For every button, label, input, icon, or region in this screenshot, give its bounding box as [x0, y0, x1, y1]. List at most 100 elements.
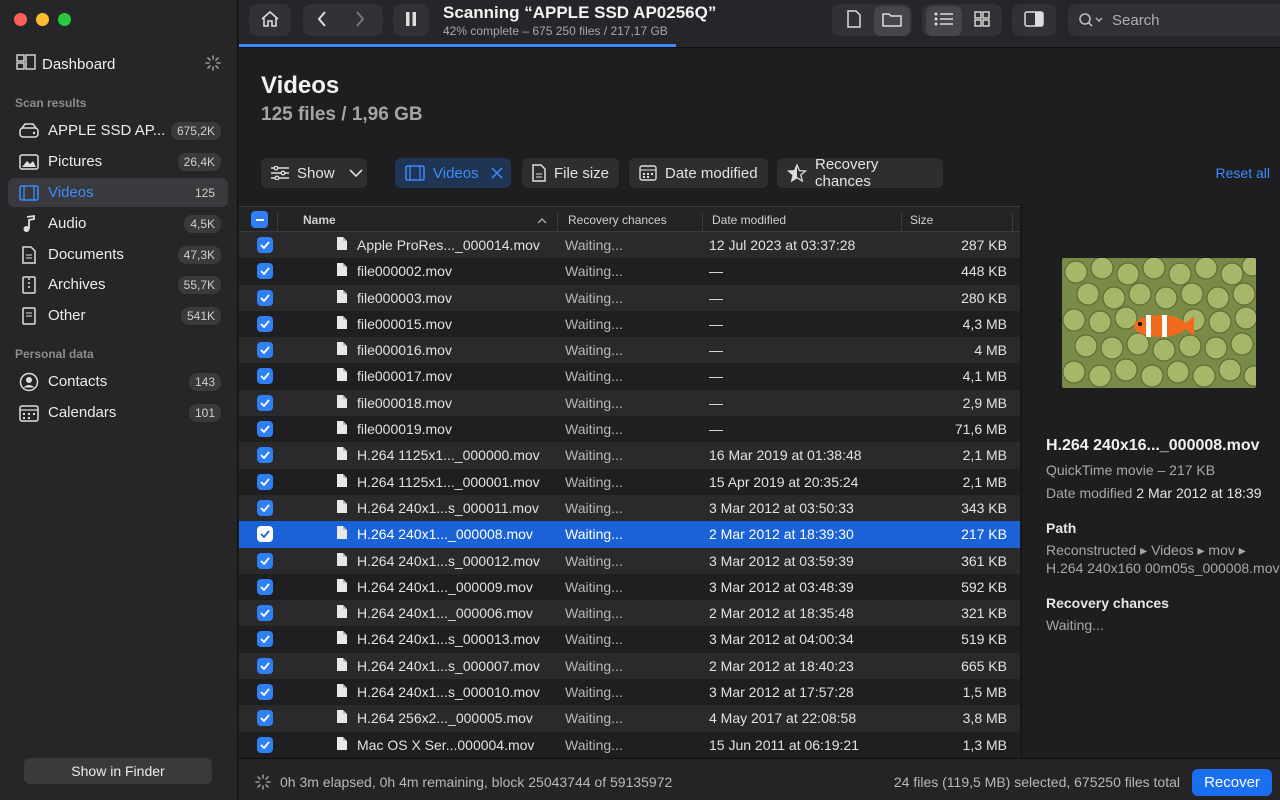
row-checkbox[interactable] [257, 552, 273, 569]
table-row[interactable]: H.264 240x1...s_000007.mov Waiting... 2 Ma… [239, 652, 1020, 680]
row-checkbox[interactable] [257, 315, 273, 332]
sidebar-item-disk[interactable]: APPLE SSD AP... 675,2K [8, 116, 228, 145]
sidebar-item-calendars[interactable]: Calendars 101 [8, 398, 228, 427]
row-checkbox[interactable] [257, 578, 273, 595]
reset-all-link[interactable]: Reset all [1216, 165, 1270, 181]
file-size-filter-button[interactable]: File size [522, 158, 619, 188]
row-checkbox[interactable] [257, 657, 273, 674]
date-modified-filter-button[interactable]: Date modified [629, 158, 768, 188]
row-checkbox[interactable] [257, 605, 273, 622]
table-row[interactable]: H.264 240x1...s_000011.mov Waiting... 3 Ma… [239, 494, 1020, 522]
sidebar-item-other[interactable]: Other 541K [8, 301, 228, 330]
sidebar-item-label: Pictures [48, 153, 103, 170]
column-divider [277, 213, 278, 231]
recover-button[interactable]: Recover [1192, 769, 1272, 796]
row-checkbox[interactable] [257, 631, 273, 648]
table-row[interactable]: H.264 240x1..._000009.mov Waiting... 3 Mar… [239, 573, 1020, 601]
grid-view-button[interactable] [964, 6, 1000, 36]
show-in-finder-button[interactable]: Show in Finder [24, 758, 212, 784]
forward-button[interactable] [342, 6, 378, 36]
file-size-label: File size [554, 164, 610, 182]
back-button[interactable] [304, 6, 340, 36]
checkmark-icon [257, 394, 273, 411]
count-badge: 47,3K [177, 245, 221, 264]
close-window-button[interactable] [14, 13, 27, 26]
sidebar-item-pictures[interactable]: Pictures 26,4K [8, 147, 228, 176]
sidebar-item-documents[interactable]: Documents 47,3K [8, 240, 228, 269]
recovery-chances-filter-button[interactable]: Recovery chances [777, 156, 943, 190]
toggle-preview-button[interactable] [1016, 6, 1052, 36]
table-row[interactable]: file000018.mov Waiting... — 2,9 MB [239, 389, 1020, 417]
table-row[interactable]: file000016.mov Waiting... — 4 MB [239, 337, 1020, 364]
checkmark-icon [257, 605, 273, 622]
row-checkbox[interactable] [257, 289, 273, 306]
date-modified: 2 Mar 2012 at 18:40:23 [709, 657, 854, 674]
file-view-button[interactable] [836, 6, 872, 36]
file-name: file000019.mov [357, 421, 452, 438]
videos-filter-chip[interactable]: Videos [395, 158, 511, 188]
list-view-button[interactable] [926, 6, 962, 36]
row-checkbox[interactable] [257, 447, 273, 464]
video-thumbnail[interactable] [1062, 258, 1256, 388]
table-row[interactable]: Mac OS X Ser...000004.mov Waiting... 15 Ju… [239, 731, 1020, 758]
date-modified: — [709, 342, 723, 359]
file-icon [336, 578, 348, 596]
table-row[interactable]: file000019.mov Waiting... — 71,6 MB [239, 416, 1020, 443]
file-name: H.264 240x1...s_000013.mov [357, 631, 540, 648]
table-row[interactable]: H.264 240x1..._000006.mov Waiting... 2 Mar… [239, 600, 1020, 627]
table-row[interactable]: H.264 240x1...s_000013.mov Waiting... 3 Ma… [239, 626, 1020, 653]
scan-status: 0h 3m elapsed, 0h 4m remaining, block 25… [255, 774, 672, 790]
row-checkbox[interactable] [257, 684, 273, 701]
table-row[interactable]: H.264 256x2..._000005.mov Waiting... 4 May… [239, 705, 1020, 732]
table-row[interactable]: file000002.mov Waiting... — 448 KB [239, 258, 1020, 285]
table-row[interactable]: file000017.mov Waiting... — 4,1 MB [239, 363, 1020, 390]
table-row[interactable]: H.264 1125x1..._000000.mov Waiting... 16 M… [239, 442, 1020, 469]
pause-scan-button[interactable] [393, 6, 429, 36]
sidebar-item-audio[interactable]: Audio 4,5K [8, 209, 228, 238]
sort-ascending-icon[interactable] [537, 213, 547, 227]
recovery-status: Waiting... [565, 394, 623, 411]
row-checkbox[interactable] [257, 368, 273, 385]
sidebar-item-archives[interactable]: Archives 55,7K [8, 270, 228, 299]
search-field[interactable]: Search [1068, 4, 1280, 36]
table-row[interactable]: H.264 240x1..._000008.mov Waiting... 2 Mar… [239, 521, 1020, 548]
sidebar-item-dashboard[interactable]: Dashboard [10, 52, 227, 76]
table-row[interactable]: file000015.mov Waiting... — 4,3 MB [239, 310, 1020, 338]
file-name: H.264 1125x1..._000000.mov [357, 447, 540, 464]
recovery-status: Waiting... [565, 605, 623, 622]
table-row[interactable]: H.264 240x1...s_000010.mov Waiting... 3 Ma… [239, 679, 1020, 706]
row-checkbox[interactable] [257, 342, 273, 359]
row-checkbox[interactable] [257, 736, 273, 753]
table-row[interactable]: H.264 240x1...s_000012.mov Waiting... 3 Ma… [239, 547, 1020, 574]
table-row[interactable]: file000003.mov Waiting... — 280 KB [239, 284, 1020, 311]
row-checkbox[interactable] [257, 421, 273, 438]
file-icon [336, 367, 348, 385]
size-column-header[interactable]: Size [910, 213, 933, 227]
recovery-column-header[interactable]: Recovery chances [568, 213, 667, 227]
row-checkbox[interactable] [257, 394, 273, 411]
recovery-status: Waiting... [565, 421, 623, 438]
select-all-checkbox[interactable] [251, 211, 268, 228]
table-row[interactable]: Apple ProRes..._000014.mov Waiting... 12 J… [239, 232, 1020, 259]
close-icon[interactable] [491, 167, 503, 179]
date-column-header[interactable]: Date modified [712, 213, 786, 227]
row-checkbox[interactable] [257, 237, 273, 253]
zoom-window-button[interactable] [58, 13, 71, 26]
row-checkbox[interactable] [257, 473, 273, 490]
contact-icon [17, 372, 41, 392]
sidebar-item-videos[interactable]: Videos 125 [8, 178, 228, 207]
row-checkbox[interactable] [257, 263, 273, 280]
row-checkbox[interactable] [257, 526, 273, 543]
sidebar-item-contacts[interactable]: Contacts 143 [8, 367, 228, 396]
folder-view-button[interactable] [874, 6, 910, 36]
show-filter-button[interactable]: Show [261, 158, 367, 188]
sidebar-right-icon [1024, 10, 1044, 32]
name-column-header[interactable]: Name [303, 213, 336, 227]
minimize-window-button[interactable] [36, 13, 49, 26]
recovery-status: Waiting... [565, 342, 623, 359]
row-checkbox[interactable] [257, 499, 273, 516]
table-header: Name Recovery chances Date modified Size [239, 206, 1020, 232]
table-row[interactable]: H.264 1125x1..._000001.mov Waiting... 15 A… [239, 468, 1020, 495]
home-button[interactable] [252, 6, 288, 36]
row-checkbox[interactable] [257, 710, 273, 727]
